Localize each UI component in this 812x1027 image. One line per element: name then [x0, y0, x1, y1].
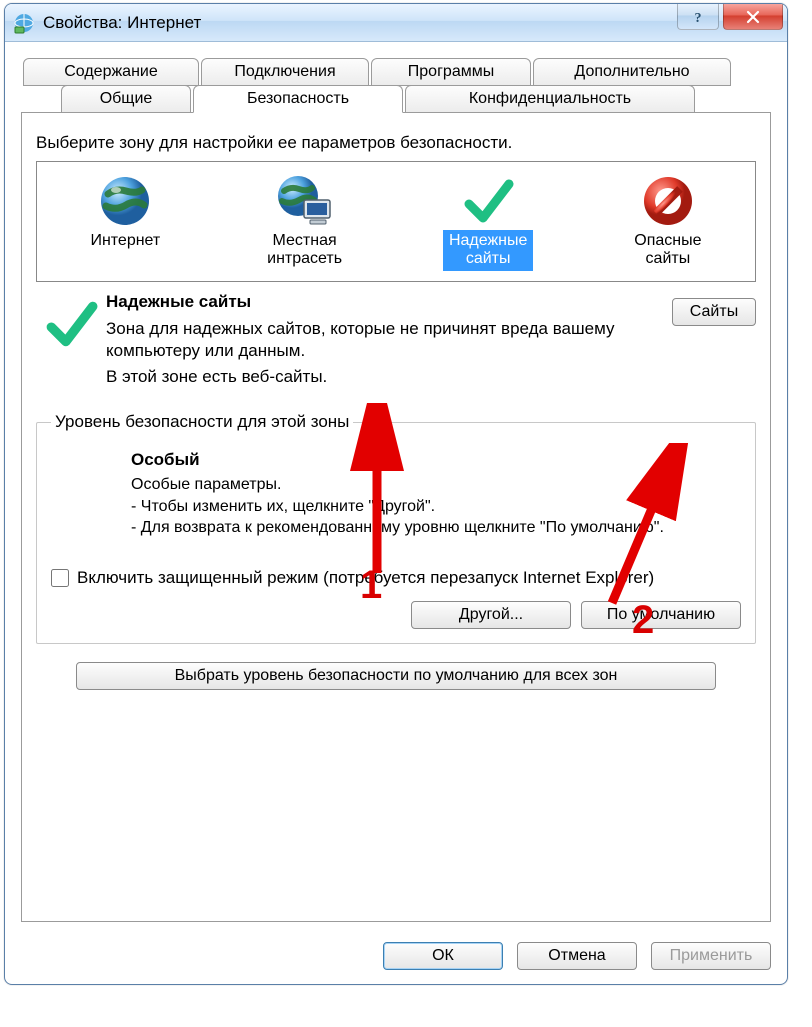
protected-mode-label[interactable]: Включить защищенный режим (потребуется п… [77, 567, 654, 589]
ok-button[interactable]: ОК [383, 942, 503, 970]
forbidden-icon [638, 174, 698, 228]
titlebar: Свойства: Интернет ? [5, 4, 787, 42]
tab-advanced[interactable]: Дополнительно [533, 58, 731, 86]
check-icon [458, 174, 518, 228]
internet-properties-window: Свойства: Интернет ? Содержание Подключе… [4, 3, 788, 985]
tabs-row-bottom: Общие Безопасность Конфиденциальность [61, 85, 771, 113]
tab-security[interactable]: Безопасность [193, 85, 403, 113]
apply-button[interactable]: Применить [651, 942, 771, 970]
zone-label: Местная интрасеть [261, 230, 348, 271]
globe-icon [95, 174, 155, 228]
zone-instruction: Выберите зону для настройки ее параметро… [36, 133, 756, 153]
security-level-group: Уровень безопасности для этой зоны Особы… [36, 412, 756, 644]
tab-connections[interactable]: Подключения [201, 58, 369, 86]
level-name: Особый [131, 450, 741, 470]
window-title: Свойства: Интернет [43, 13, 201, 33]
tabs-row-top: Содержание Подключения Программы Дополни… [23, 58, 771, 86]
group-legend: Уровень безопасности для этой зоны [51, 412, 353, 432]
app-icon [13, 12, 35, 34]
help-button[interactable]: ? [677, 4, 719, 30]
protected-mode-checkbox[interactable] [51, 569, 69, 587]
zone-trusted[interactable]: Надежные сайты [435, 170, 541, 275]
tab-privacy[interactable]: Конфиденциальность [405, 85, 695, 113]
cancel-button[interactable]: Отмена [517, 942, 637, 970]
dialog-buttons: ОК Отмена Применить [5, 932, 787, 984]
zone-label: Интернет [84, 230, 166, 252]
level-line2: - Чтобы изменить их, щелкните "Другой". [131, 496, 741, 518]
tab-programs[interactable]: Программы [371, 58, 531, 86]
reset-all-zones-button[interactable]: Выбрать уровень безопасности по умолчани… [76, 662, 716, 690]
level-line3: - Для возврата к рекомендованному уровню… [131, 517, 741, 539]
zone-intranet[interactable]: Местная интрасеть [253, 170, 356, 275]
close-button[interactable] [723, 4, 783, 30]
sites-button[interactable]: Сайты [672, 298, 756, 326]
zone-restricted[interactable]: Опасные сайты [620, 170, 715, 275]
svg-text:?: ? [695, 11, 702, 25]
zone-list: Интернет Местная интрасеть Надежные сайт… [36, 161, 756, 282]
security-tab-panel: Выберите зону для настройки ее параметро… [21, 112, 771, 922]
custom-level-button[interactable]: Другой... [411, 601, 571, 629]
default-level-button[interactable]: По умолчанию [581, 601, 741, 629]
zone-label: Опасные сайты [628, 230, 707, 271]
selected-zone-icon [36, 292, 106, 392]
zone-label: Надежные сайты [443, 230, 533, 271]
tab-content[interactable]: Содержание [23, 58, 199, 86]
level-line1: Особые параметры. [131, 474, 741, 496]
globe-pc-icon [275, 174, 335, 228]
selected-zone-title: Надежные сайты [106, 292, 626, 312]
tab-general[interactable]: Общие [61, 85, 191, 113]
selected-zone-note: В этой зоне есть веб-сайты. [106, 366, 626, 388]
zone-internet[interactable]: Интернет [76, 170, 174, 275]
selected-zone-desc: Зона для надежных сайтов, которые не при… [106, 318, 626, 362]
